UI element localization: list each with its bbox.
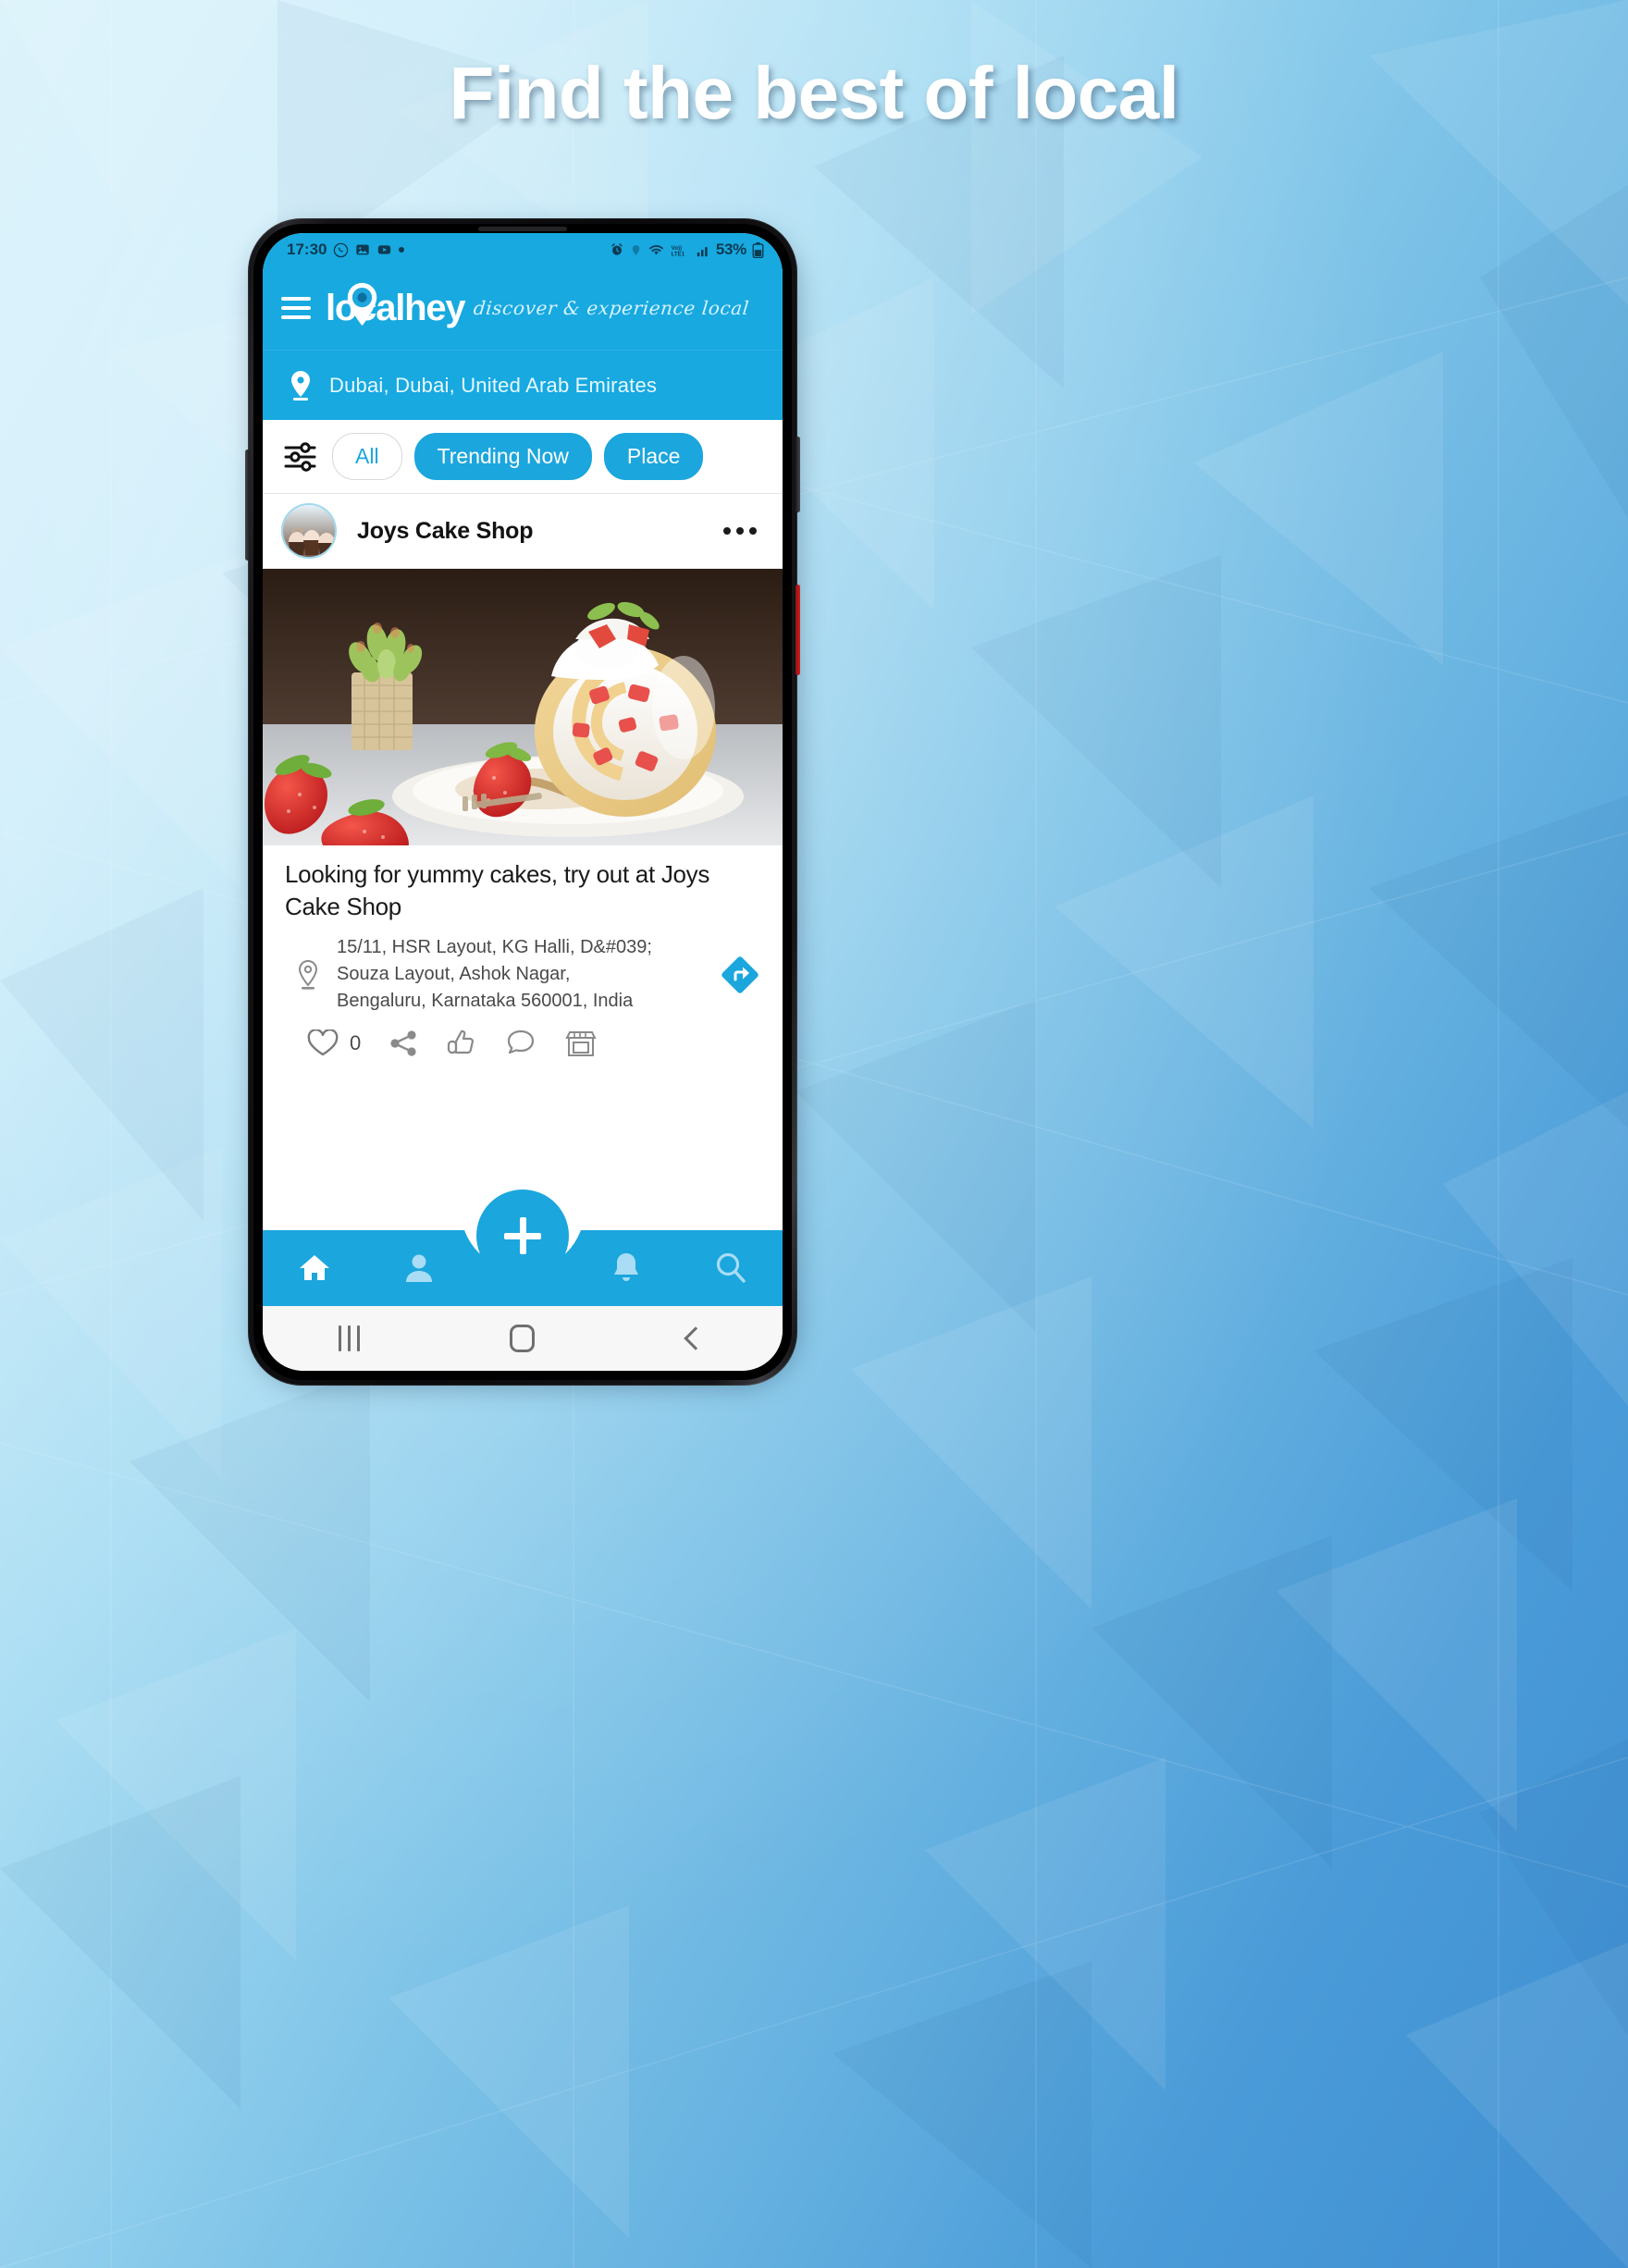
recents-icon [339, 1325, 361, 1351]
back-key-icon [684, 1326, 709, 1350]
battery-icon [752, 241, 764, 258]
svg-text:LTE1: LTE1 [672, 251, 685, 257]
comment-icon[interactable] [505, 1028, 536, 1059]
post-address-row[interactable]: 15/11, HSR Layout, KG Halli, D&#039; Sou… [285, 923, 760, 1022]
gallery-icon [355, 242, 370, 257]
post-header: Joys Cake Shop [263, 494, 783, 569]
like-action[interactable]: 0 [307, 1029, 361, 1057]
person-icon [405, 1254, 432, 1282]
post-actions: 0 [285, 1022, 760, 1059]
brand[interactable]: localhey discover & experience local [326, 282, 766, 327]
address-pin-icon [298, 959, 318, 990]
android-back-button[interactable] [610, 1326, 783, 1350]
directions-arrow-icon[interactable] [720, 955, 760, 995]
shop-name: Joys Cake Shop [357, 517, 534, 544]
whatsapp-icon [333, 242, 349, 258]
phone-mockup: 17:30 Vo)) LTE1 53% localhey discover & … [245, 218, 800, 1386]
signal-icon [697, 243, 710, 257]
shop-avatar[interactable] [281, 503, 337, 559]
background-highlight [0, 0, 1628, 2268]
promo-background [0, 0, 1628, 2268]
nav-notifications[interactable] [574, 1251, 678, 1286]
filter-chip-place[interactable]: Place [603, 433, 704, 480]
app-header: localhey discover & experience local [263, 266, 783, 350]
thumbs-up-icon[interactable] [446, 1028, 477, 1059]
android-home-button[interactable] [436, 1325, 609, 1352]
brand-tagline: discover & experience local [473, 297, 751, 319]
post-address: 15/11, HSR Layout, KG Halli, D&#039; Sou… [337, 934, 703, 1015]
android-navigation-bar [263, 1306, 783, 1371]
alarm-icon [610, 242, 624, 257]
brand-logo: localhey [326, 282, 466, 327]
hamburger-menu-icon[interactable] [281, 297, 311, 319]
current-location: Dubai, Dubai, United Arab Emirates [329, 373, 658, 397]
phone-screen: 17:30 Vo)) LTE1 53% localhey discover & … [263, 233, 783, 1371]
battery-percent: 53% [715, 240, 746, 258]
search-icon [716, 1252, 746, 1283]
page-title: Find the best of local [449, 52, 1179, 134]
location-bar[interactable]: Dubai, Dubai, United Arab Emirates [263, 350, 783, 420]
map-pin-icon [347, 282, 377, 327]
bell-icon [614, 1253, 639, 1281]
share-icon[interactable] [388, 1029, 418, 1058]
location-icon [630, 243, 642, 257]
address-line-1: 15/11, HSR Layout, KG Halli, D&#039; [337, 937, 652, 958]
like-heart-icon[interactable] [307, 1029, 339, 1057]
side-button-left[interactable] [245, 450, 250, 561]
dot-icon [399, 247, 405, 253]
volume-button[interactable] [796, 437, 800, 512]
post-image[interactable] [263, 569, 783, 845]
android-recents-button[interactable] [263, 1325, 436, 1351]
store-icon[interactable] [564, 1028, 598, 1059]
bottom-navigation [263, 1189, 783, 1306]
address-line-2: Souza Layout, Ashok Nagar, [337, 964, 571, 985]
power-button[interactable] [796, 585, 800, 675]
filter-chip-all[interactable]: All [332, 433, 402, 480]
wifi-icon [648, 243, 665, 257]
feed: Joys Cake Shop Looking for yummy cakes, … [263, 494, 783, 1230]
post-body: Looking for yummy cakes, try out at Joys… [263, 845, 783, 1059]
home-key-icon [510, 1325, 536, 1352]
earpiece-speaker [478, 227, 567, 231]
volte-icon: Vo)) LTE1 [671, 243, 691, 257]
location-pin-icon [291, 370, 310, 401]
filter-bar: All Trending Now Place [263, 420, 783, 494]
nav-profile[interactable] [366, 1251, 470, 1286]
nav-home[interactable] [263, 1250, 366, 1287]
address-line-3: Bengaluru, Karnataka 560001, India [337, 991, 634, 1012]
more-options-icon[interactable] [722, 520, 758, 542]
status-bar: 17:30 Vo)) LTE1 53% [263, 233, 783, 266]
like-count: 0 [350, 1031, 362, 1055]
add-plus-icon [502, 1215, 543, 1256]
add-post-fab[interactable] [476, 1189, 569, 1282]
status-time: 17:30 [287, 240, 327, 258]
sliders-filter-icon[interactable] [283, 438, 320, 475]
nav-search[interactable] [679, 1251, 783, 1286]
post-caption: Looking for yummy cakes, try out at Joys… [285, 860, 710, 921]
filter-chip-trending-now[interactable]: Trending Now [413, 433, 592, 480]
home-icon [300, 1255, 330, 1280]
youtube-icon [376, 242, 392, 257]
